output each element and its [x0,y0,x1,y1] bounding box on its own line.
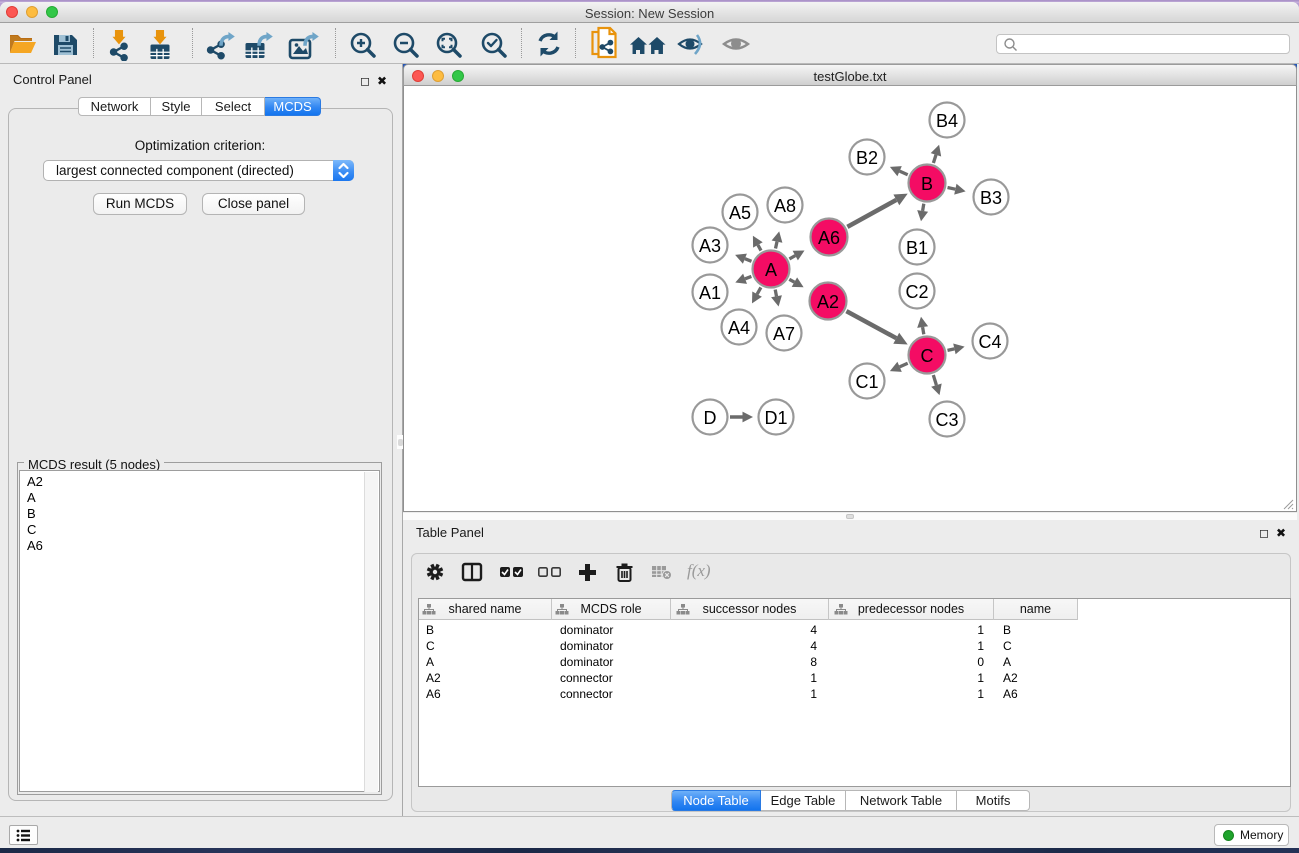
svg-text:A1: A1 [699,283,721,303]
svg-text:A3: A3 [699,236,721,256]
svg-text:A4: A4 [728,318,750,338]
svg-text:B: B [921,174,933,194]
svg-text:C3: C3 [935,410,958,430]
svg-text:A8: A8 [774,196,796,216]
svg-text:C4: C4 [978,332,1001,352]
svg-text:A6: A6 [818,228,840,248]
svg-text:A2: A2 [817,292,839,312]
svg-text:B3: B3 [980,188,1002,208]
svg-text:C: C [921,346,934,366]
svg-text:D: D [704,408,717,428]
svg-text:D1: D1 [764,408,787,428]
svg-text:B4: B4 [936,111,958,131]
svg-text:A7: A7 [773,324,795,344]
svg-text:A5: A5 [729,203,751,223]
svg-text:A: A [765,260,777,280]
svg-text:C1: C1 [855,372,878,392]
svg-text:B2: B2 [856,148,878,168]
svg-text:B1: B1 [906,238,928,258]
svg-text:C2: C2 [905,282,928,302]
